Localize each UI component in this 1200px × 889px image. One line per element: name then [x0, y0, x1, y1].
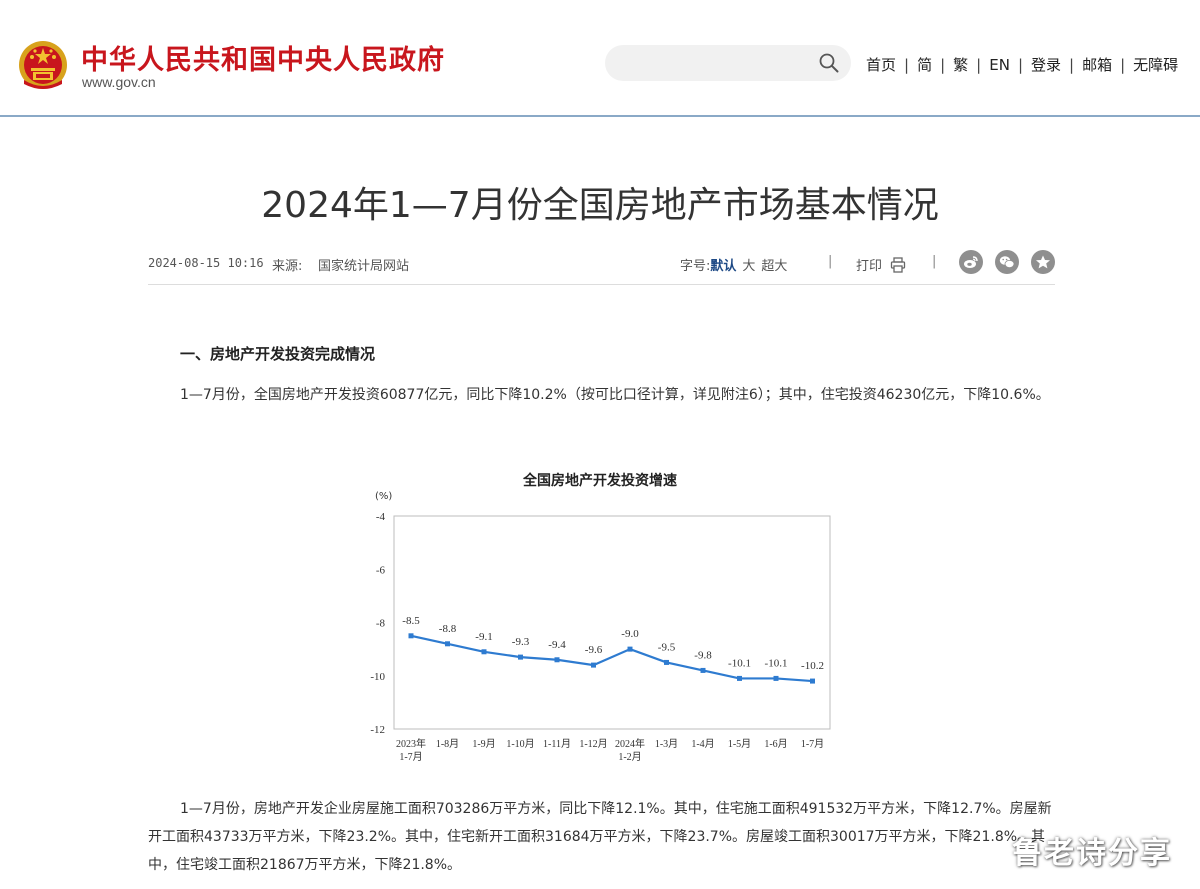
data-label: -9.3: [512, 636, 530, 648]
x-tick-label: 1-4月: [691, 738, 714, 750]
data-point: [627, 646, 633, 652]
nav-home[interactable]: 首页: [866, 54, 896, 75]
nav-separator: |: [1120, 55, 1126, 74]
data-label: -9.8: [694, 649, 712, 661]
nav-separator: |: [904, 55, 910, 74]
printer-icon: [891, 257, 906, 273]
paragraph-investment: 1—7月份，全国房地产开发投资60877亿元，同比下降10.2%（按可比口径计算…: [180, 387, 1050, 403]
article-title: 2024年1—7月份全国房地产市场基本情况: [261, 185, 939, 226]
data-point: [518, 654, 523, 660]
nav-mail[interactable]: 邮箱: [1082, 54, 1112, 75]
site-domain: www.gov.cn: [82, 74, 156, 90]
favorite-icon: [1036, 255, 1050, 269]
x-tick-label: 1-6月: [764, 738, 787, 750]
data-point: [737, 675, 742, 681]
font-size-selector: 字号:默认大超大: [680, 255, 787, 274]
font-size-large[interactable]: 大: [742, 259, 755, 274]
font-size-xlarge[interactable]: 超大: [761, 259, 787, 274]
wechat-icon: [999, 256, 1015, 268]
section-heading: 一、房地产开发投资完成情况: [180, 345, 376, 363]
share-favorite[interactable]: [1031, 250, 1055, 274]
nav-simplified[interactable]: 简: [917, 54, 932, 75]
series-line: [410, 634, 813, 683]
y-tick-label: -6: [376, 564, 386, 576]
site-header: 中华人民共和国中央人民政府 www.gov.cn 首页 | 简 | 繁 | EN…: [0, 0, 1200, 117]
meta-divider: |: [932, 254, 937, 269]
data-label: -9.0: [621, 628, 639, 640]
nav-separator: |: [940, 55, 946, 74]
source-label: 来源:: [272, 259, 303, 274]
y-tick-label: -12: [370, 724, 385, 736]
search-box: [605, 45, 851, 83]
data-label: -10.2: [801, 660, 824, 672]
data-label: -9.6: [585, 644, 603, 656]
y-tick-label: -4: [376, 511, 386, 523]
x-tick-label: 1-8月: [436, 738, 459, 750]
font-size-default[interactable]: 默认: [710, 259, 736, 274]
meta-divider: |: [828, 254, 833, 269]
data-point: [591, 662, 596, 668]
data-label: -10.1: [765, 657, 788, 669]
x-tick-label: 2023年 1-7月: [396, 737, 426, 763]
paragraph-construction-area: 1—7月份，房地产开发企业房屋施工面积703286万平方米，同比下降12.1%。…: [148, 801, 1052, 873]
data-label: -8.5: [402, 615, 420, 627]
data-point: [664, 659, 669, 665]
search-icon[interactable]: [819, 53, 839, 73]
article-meta: 2024-08-15 10:16 来源: 国家统计局网站 字号:默认大超大 | …: [148, 246, 1055, 285]
data-point: [554, 657, 560, 663]
nav-login[interactable]: 登录: [1031, 54, 1061, 75]
nav-separator: |: [1069, 55, 1075, 74]
weibo-icon: [964, 256, 978, 268]
national-emblem-icon[interactable]: [18, 38, 68, 92]
x-tick-label: 1-9月: [472, 738, 495, 750]
chart-y-unit: (%): [375, 491, 392, 502]
nav-accessibility[interactable]: 无障碍: [1133, 54, 1178, 75]
data-label: -9.1: [475, 631, 492, 643]
nav-traditional[interactable]: 繁: [953, 54, 968, 75]
x-tick-label: 1-11月: [543, 738, 571, 750]
y-tick-label: -8: [376, 618, 386, 630]
x-tick-label: 1-12月: [579, 738, 607, 750]
x-tick-label: 1-5月: [728, 738, 751, 750]
share-wechat[interactable]: [995, 250, 1019, 274]
print-button[interactable]: 打印: [856, 255, 906, 274]
chart-title: 全国房地产开发投资增速: [522, 472, 677, 489]
site-title[interactable]: 中华人民共和国中央人民政府: [81, 38, 445, 77]
top-nav: 首页 | 简 | 繁 | EN | 登录 | 邮箱 | 无障碍: [866, 54, 1178, 75]
x-tick-label: 1-3月: [655, 738, 678, 750]
data-point: [408, 633, 414, 639]
search-input[interactable]: [621, 45, 815, 83]
data-label: -10.1: [728, 657, 751, 669]
print-label: 打印: [856, 259, 883, 274]
investment-growth-chart: 全国房地产开发投资增速 (%) -4 -6 -8 -10 -12 2023年 1-7月 1-8月 1…: [355, 460, 845, 770]
share-weibo[interactable]: [959, 250, 983, 274]
nav-separator: |: [976, 55, 982, 74]
x-tick-label: 1-7月: [801, 738, 824, 750]
font-size-label: 字号:: [680, 259, 711, 274]
x-tick-label: 1-10月: [506, 738, 534, 750]
data-label: -9.4: [548, 639, 566, 651]
data-label: -8.8: [439, 623, 457, 635]
chart-canvas: 全国房地产开发投资增速 (%) -4 -6 -8 -10 -12 2023年 1-7月 1-8月 1…: [370, 472, 831, 763]
y-tick-label: -10: [370, 671, 385, 683]
nav-separator: |: [1017, 55, 1023, 74]
data-label: -9.5: [658, 641, 676, 653]
data-point: [445, 641, 450, 647]
watermark-text: 鲁老诗分享: [1012, 836, 1172, 871]
data-point: [481, 649, 487, 655]
x-tick-label: 2024年 1-2月: [615, 737, 645, 763]
data-point: [773, 675, 779, 681]
source-name: 国家统计局网站: [318, 259, 410, 274]
nav-english[interactable]: EN: [989, 56, 1010, 74]
chart-plot-area: [393, 515, 831, 730]
data-point: [810, 678, 815, 684]
data-point: [700, 667, 706, 673]
publish-date: 2024-08-15 10:16: [148, 256, 264, 270]
